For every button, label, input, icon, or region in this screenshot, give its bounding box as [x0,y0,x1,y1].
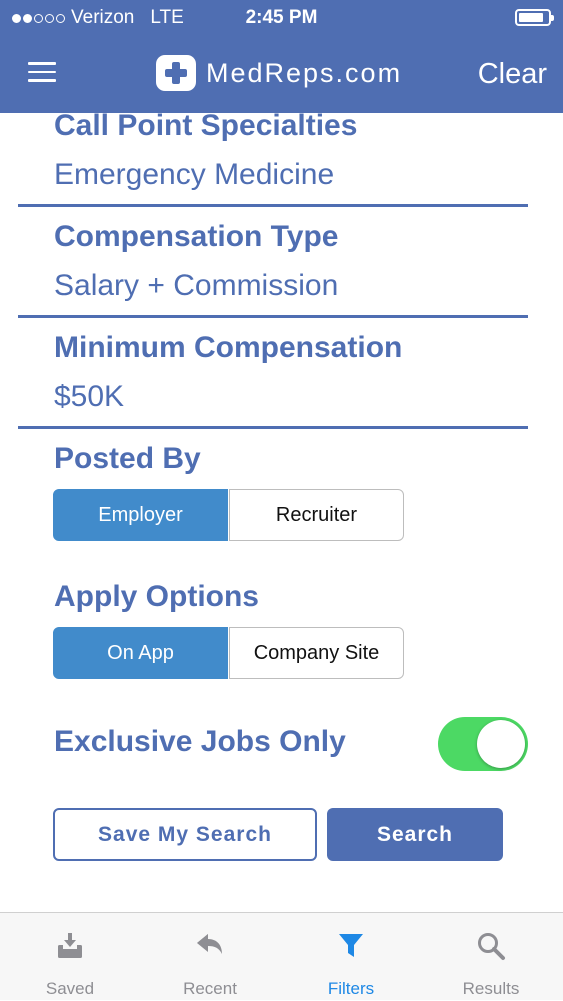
call-point-label: Call Point Specialties [54,113,358,142]
medical-cross-icon [156,55,196,91]
status-bar: Verizon LTE 2:45 PM [0,0,563,38]
call-point-value[interactable]: Emergency Medicine [54,158,334,192]
exclusive-jobs-toggle[interactable] [438,717,528,771]
magnifier-icon [478,933,505,960]
tab-results[interactable]: Results [421,913,561,1001]
tab-filters-label: Filters [327,979,375,998]
apply-company-site-option[interactable]: Company Site [229,627,404,679]
divider [18,426,528,429]
compensation-type-label: Compensation Type [54,220,339,253]
exclusive-jobs-label: Exclusive Jobs Only [54,725,346,758]
logo-text: MedReps.com [206,57,403,88]
posted-by-label: Posted By [54,442,201,475]
tab-bar: Saved Recent Filters Results [0,912,563,1000]
minimum-compensation-label: Minimum Compensation [54,331,403,364]
tab-results-label: Results [462,979,520,998]
tab-recent-label: Recent [183,979,237,998]
apply-options-segmented-control: On App Company Site [53,627,404,679]
posted-by-employer-option[interactable]: Employer [53,489,228,541]
posted-by-recruiter-option[interactable]: Recruiter [229,489,404,541]
battery-icon [515,9,554,26]
status-time: 2:45 PM [245,7,318,28]
tab-recent[interactable]: Recent [140,913,280,1001]
tab-filters[interactable]: Filters [281,913,421,1001]
tab-saved[interactable]: Saved [0,913,140,1001]
save-search-button[interactable]: Save My Search [53,808,317,861]
divider [18,315,528,318]
posted-by-segmented-control: Employer Recruiter [53,489,404,541]
saved-tray-icon [58,933,82,958]
search-button[interactable]: Search [327,808,503,861]
filter-list: Call Point Specialties Emergency Medicin… [0,113,563,912]
apply-options-label: Apply Options [54,580,259,613]
medreps-logo: MedReps.com [156,55,402,91]
tab-saved-label: Saved [45,979,95,998]
compensation-type-value[interactable]: Salary + Commission [54,269,338,303]
hamburger-menu-icon[interactable] [28,62,56,82]
divider [18,204,528,207]
apply-on-app-option[interactable]: On App [53,627,228,679]
app-header: Verizon LTE 2:45 PM MedReps.com Clear [0,0,563,113]
toggle-knob [477,720,525,768]
clear-button[interactable]: Clear [478,58,547,91]
reply-arrow-icon [197,934,222,954]
minimum-compensation-value[interactable]: $50K [54,380,124,414]
funnel-icon [339,934,363,957]
